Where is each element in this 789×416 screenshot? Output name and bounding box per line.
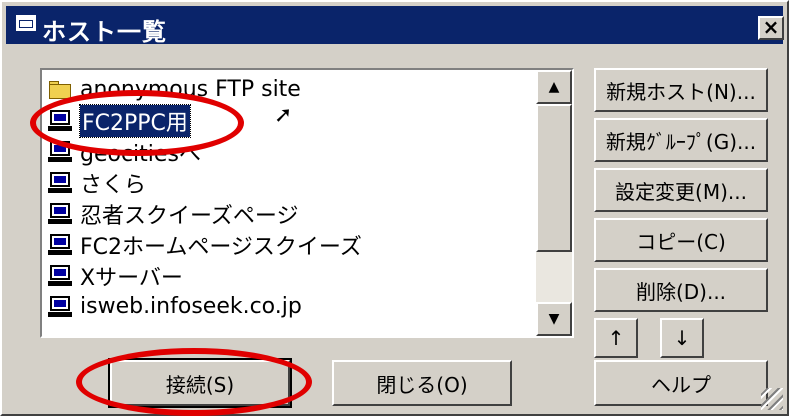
new-group-button[interactable]: 新規ｸﾞﾙｰﾌﾟ(G)... bbox=[594, 118, 768, 162]
host-list-dialog: ホスト一覧 × anonymous FTP site FC2PPC用 ➚ geo… bbox=[0, 0, 789, 416]
scroll-up-button[interactable]: ▲ bbox=[536, 70, 572, 104]
host-listbox[interactable]: anonymous FTP site FC2PPC用 ➚ geocitiesへ … bbox=[40, 68, 574, 338]
list-item-label: isweb.infoseek.co.jp bbox=[80, 294, 302, 319]
title-bar: ホスト一覧 × bbox=[6, 6, 784, 46]
list-item-label: anonymous FTP site bbox=[80, 77, 301, 102]
window-title: ホスト一覧 bbox=[42, 18, 167, 46]
computer-icon bbox=[48, 233, 74, 256]
computer-icon bbox=[48, 171, 74, 194]
move-up-button[interactable]: ↑ bbox=[594, 318, 638, 358]
list-item-label: Xサーバー bbox=[80, 265, 183, 291]
move-down-button[interactable]: ↓ bbox=[660, 318, 704, 358]
connect-button[interactable]: 接続(S) bbox=[108, 358, 292, 408]
list-item-label: さくら bbox=[80, 172, 147, 198]
list-item[interactable]: 忍者スクイーズページ bbox=[48, 198, 536, 229]
new-host-button[interactable]: 新規ホスト(N)... bbox=[594, 68, 768, 112]
list-item-label: geocitiesへ bbox=[80, 141, 201, 167]
list-item[interactable]: anonymous FTP site bbox=[48, 74, 536, 105]
change-settings-button[interactable]: 設定変更(M)... bbox=[594, 168, 768, 212]
list-item-selected[interactable]: FC2PPC用 ➚ bbox=[48, 103, 536, 138]
list-item[interactable]: FC2ホームページスクイーズ bbox=[48, 229, 536, 260]
computer-icon bbox=[48, 109, 74, 132]
computer-icon bbox=[48, 264, 74, 287]
computer-icon bbox=[48, 202, 74, 225]
folder-icon bbox=[48, 79, 74, 101]
scroll-thumb[interactable] bbox=[536, 104, 572, 252]
list-item-label: FC2ホームページスクイーズ bbox=[80, 234, 362, 260]
close-window-button[interactable]: × bbox=[758, 16, 784, 40]
vertical-scrollbar[interactable]: ▲ ▼ bbox=[536, 70, 572, 336]
scroll-down-button[interactable]: ▼ bbox=[536, 302, 572, 336]
list-item[interactable]: さくら bbox=[48, 167, 536, 198]
close-button[interactable]: 閉じる(O) bbox=[332, 360, 512, 406]
resize-grip[interactable] bbox=[761, 388, 783, 410]
list-item[interactable]: isweb.infoseek.co.jp bbox=[48, 291, 536, 322]
mouse-cursor-icon: ➚ bbox=[274, 103, 293, 128]
computer-icon bbox=[48, 295, 74, 318]
delete-button[interactable]: 削除(D)... bbox=[594, 268, 768, 312]
window-icon bbox=[16, 15, 36, 31]
list-item[interactable]: Xサーバー bbox=[48, 260, 536, 291]
help-button[interactable]: ヘルプ bbox=[594, 360, 768, 406]
list-item-label: FC2PPC用 bbox=[79, 103, 191, 138]
copy-button[interactable]: コピー(C) bbox=[594, 218, 768, 262]
list-item-label: 忍者スクイーズページ bbox=[80, 203, 299, 229]
list-item[interactable]: geocitiesへ bbox=[48, 136, 536, 167]
computer-icon bbox=[48, 140, 74, 163]
